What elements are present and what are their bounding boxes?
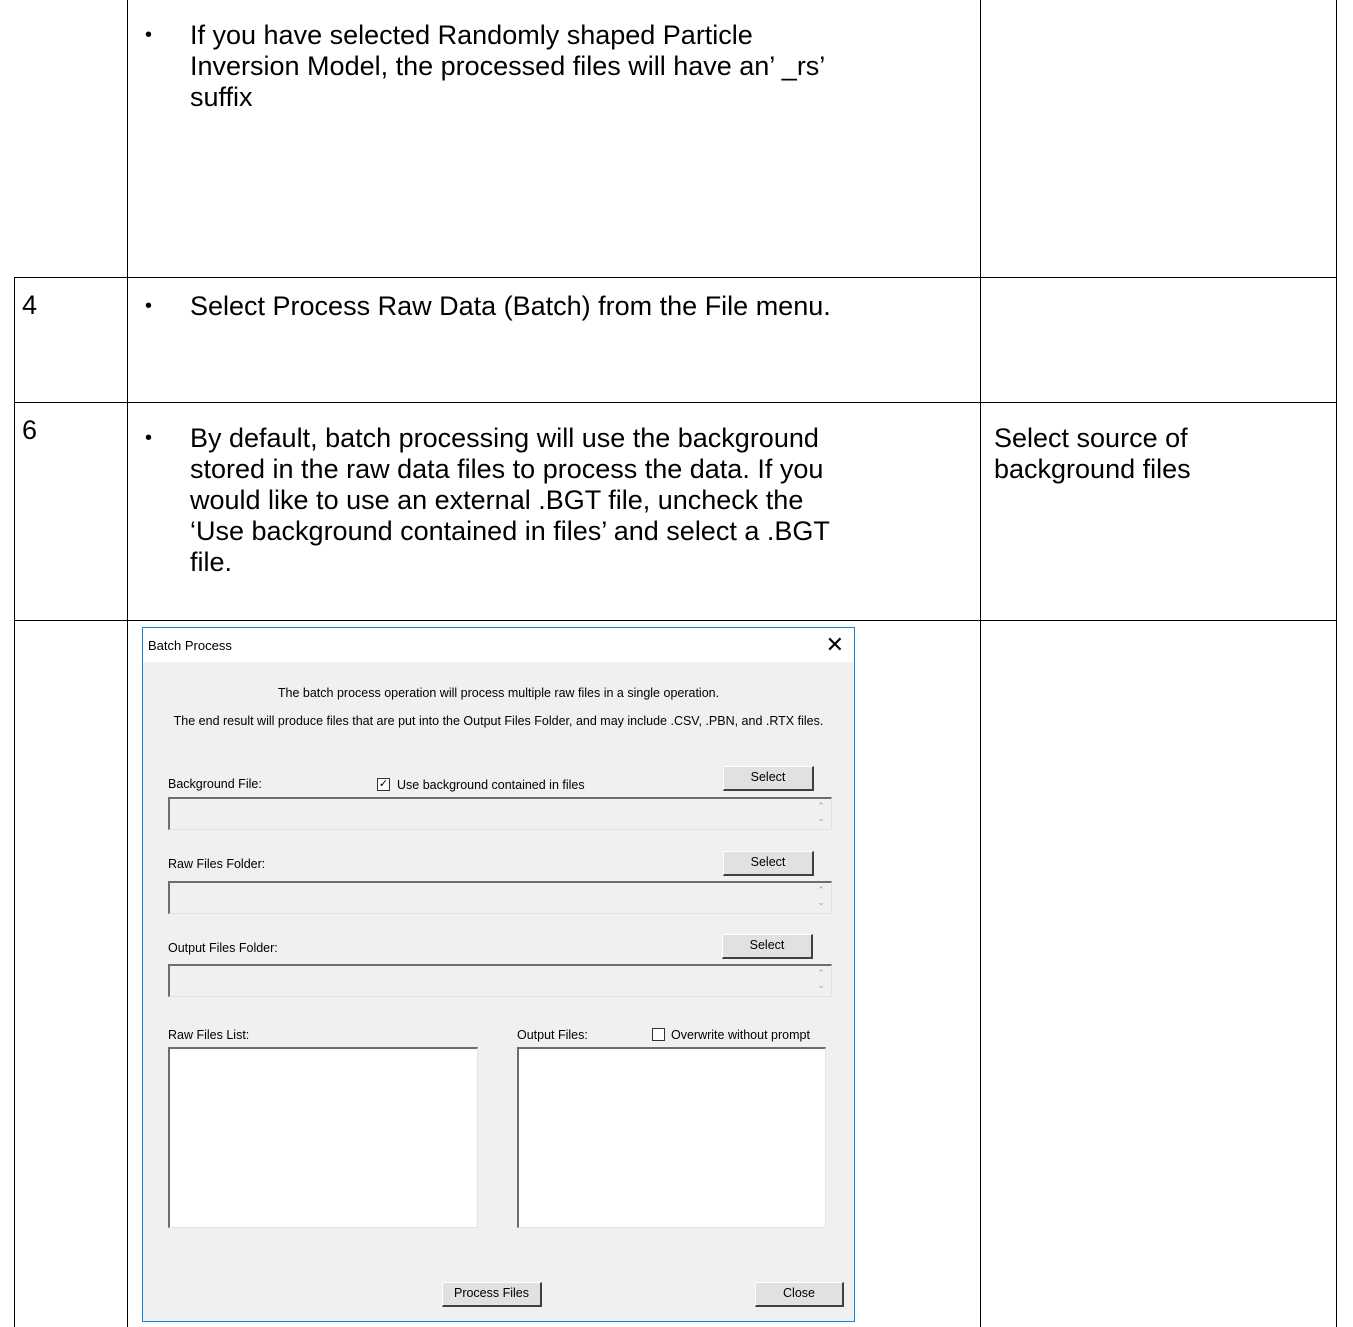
select-raw-folder-button[interactable]: Select: [723, 851, 814, 876]
batch-process-dialog: Batch Process ✕ The batch process operat…: [142, 627, 855, 1322]
table-row-divider: [14, 620, 1337, 621]
raw-files-folder-field[interactable]: ⌃ ⌄: [168, 881, 832, 914]
step-text: By default, batch processing will use th…: [190, 423, 830, 578]
use-background-checkbox[interactable]: ✓: [377, 778, 390, 791]
note-line: Select source of: [994, 423, 1188, 453]
text-line: By default, batch processing will use th…: [190, 423, 819, 453]
table-column-divider-1: [127, 0, 128, 1327]
background-file-field[interactable]: ⌃ ⌄: [168, 797, 832, 830]
text-line: stored in the raw data files to process …: [190, 454, 824, 484]
dialog-titlebar: Batch Process ✕: [143, 628, 854, 662]
output-files-list[interactable]: [517, 1047, 826, 1228]
spin-up-icon[interactable]: ⌃: [815, 801, 827, 812]
use-background-label: Use background contained in files: [397, 778, 585, 792]
text-line: ‘Use background contained in files’ and …: [190, 516, 830, 546]
spin-up-icon[interactable]: ⌃: [815, 968, 827, 979]
text-line: suffix: [190, 82, 253, 112]
text-line: Select Process Raw Data (Batch) from the…: [190, 291, 831, 321]
text-line: file.: [190, 547, 233, 577]
table-column-divider-2: [980, 0, 981, 1327]
output-files-folder-label: Output Files Folder:: [168, 941, 278, 955]
raw-files-list-label: Raw Files List:: [168, 1028, 250, 1042]
bullet: •: [145, 427, 153, 449]
step-text: Select Process Raw Data (Batch) from the…: [190, 291, 831, 322]
step-note: Select source of background files: [994, 423, 1191, 485]
background-file-label: Background File:: [168, 777, 262, 791]
spin-up-icon[interactable]: ⌃: [815, 885, 827, 896]
intro-line: The end result will produce files that a…: [173, 714, 824, 728]
bullet: •: [145, 24, 153, 46]
raw-files-list[interactable]: [168, 1047, 478, 1228]
spin-down-icon[interactable]: ⌄: [815, 897, 827, 908]
overwrite-checkbox[interactable]: [652, 1028, 665, 1041]
close-icon[interactable]: ✕: [826, 632, 844, 658]
note-line: background files: [994, 454, 1191, 484]
table-border-right: [1336, 0, 1337, 1327]
step-number: 4: [22, 290, 38, 320]
raw-files-folder-label: Raw Files Folder:: [168, 857, 266, 871]
process-files-button[interactable]: Process Files: [442, 1282, 542, 1307]
dialog-title: Batch Process: [148, 638, 232, 653]
table-border-left: [14, 277, 15, 1327]
select-output-folder-button[interactable]: Select: [722, 934, 813, 959]
step-text: If you have selected Randomly shaped Par…: [190, 20, 825, 113]
text-line: would like to use an external .BGT file,…: [190, 485, 804, 515]
output-files-label: Output Files:: [517, 1028, 588, 1042]
step-number: 6: [22, 415, 38, 445]
output-files-folder-field[interactable]: ⌃ ⌄: [168, 964, 832, 997]
table-row-divider: [14, 402, 1337, 403]
text-line: If you have selected Randomly shaped Par…: [190, 20, 753, 50]
spin-down-icon[interactable]: ⌄: [815, 813, 827, 824]
close-button[interactable]: Close: [755, 1282, 844, 1307]
table-row-divider: [14, 277, 1337, 278]
bullet: •: [145, 295, 153, 317]
select-background-button[interactable]: Select: [723, 766, 814, 791]
text-line: Inversion Model, the processed files wil…: [190, 51, 826, 81]
spin-down-icon[interactable]: ⌄: [815, 980, 827, 991]
intro-line: The batch process operation will process…: [277, 686, 720, 700]
overwrite-label: Overwrite without prompt: [671, 1028, 810, 1042]
